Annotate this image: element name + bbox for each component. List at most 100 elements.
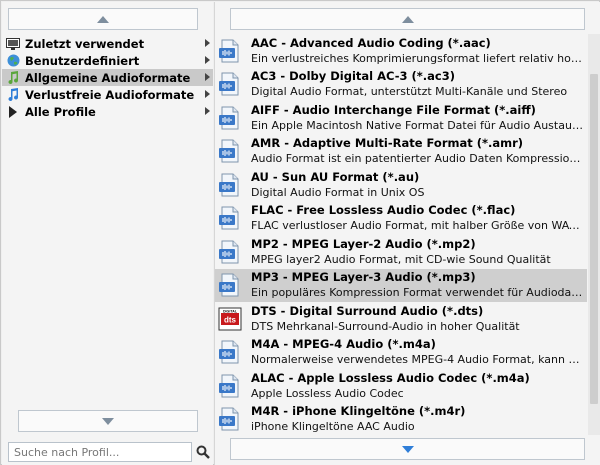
format-item[interactable]: dts DIGITAL DTS - Digital Surround Audio (… xyxy=(215,302,587,336)
format-description: Digital Audio Format in Unix OS xyxy=(251,185,425,199)
audio-file-icon xyxy=(218,173,242,197)
music-note-blue-icon xyxy=(6,87,20,102)
category-label: Verlustfreie Audioformate xyxy=(25,87,195,102)
format-item[interactable]: MP2 - MPEG Layer-2 Audio (*.mp2) MPEG lay… xyxy=(215,235,587,269)
arrow-up-icon xyxy=(97,15,109,23)
format-text: DTS - Digital Surround Audio (*.dts) DTS … xyxy=(251,304,586,334)
arrow-down-icon xyxy=(401,445,414,453)
format-title: M4A - MPEG-4 Audio (*.m4a) xyxy=(251,337,436,352)
format-title: MP3 - MPEG Layer-3 Audio (*.mp3) xyxy=(251,270,476,285)
format-item[interactable]: AIFF - Audio Interchange File Format (*.… xyxy=(215,101,587,135)
category-label: Benutzerdefiniert xyxy=(25,53,140,68)
format-description: Digital Audio Format, unterstützt Multi-… xyxy=(251,85,568,99)
category-label: Allgemeine Audioformate xyxy=(25,70,191,85)
chevron-right-icon xyxy=(205,73,210,81)
profile-selector-window: Zuletzt verwendet Benutzerdefiniert Allg… xyxy=(0,0,600,465)
format-text: AMR - Adaptive Multi-Rate Format (*.amr)… xyxy=(251,136,586,166)
music-note-green-icon xyxy=(6,70,20,85)
format-text: MP2 - MPEG Layer-2 Audio (*.mp2) MPEG lay… xyxy=(251,237,586,267)
category-item-general-audio[interactable]: Allgemeine Audioformate xyxy=(2,69,213,86)
chevron-right-icon xyxy=(205,56,210,64)
chevron-right-icon xyxy=(205,39,210,47)
format-title: DTS - Digital Surround Audio (*.dts) xyxy=(251,303,484,318)
format-text: AU - Sun AU Format (*.au) Digital Audio F… xyxy=(251,170,586,200)
format-description: Apple Lossless Audio Codec xyxy=(251,386,404,400)
category-item-all-profiles[interactable]: Alle Profile xyxy=(2,103,213,120)
format-scrollbar[interactable] xyxy=(588,34,600,435)
format-item[interactable]: AAC - Advanced Audio Coding (*.aac) Ein v… xyxy=(215,34,587,68)
format-item[interactable]: AC3 - Dolby Digital AC-3 (*.ac3) Digital … xyxy=(215,68,587,102)
globe-icon xyxy=(6,54,20,68)
format-item[interactable]: FLAC - Free Lossless Audio Codec (*.flac… xyxy=(215,202,587,236)
audio-file-icon xyxy=(218,407,242,431)
format-title: AC3 - Dolby Digital AC-3 (*.ac3) xyxy=(251,69,455,84)
format-text: FLAC - Free Lossless Audio Codec (*.flac… xyxy=(251,203,586,233)
format-item[interactable]: AMR - Adaptive Multi-Rate Format (*.amr)… xyxy=(215,135,587,169)
format-title: AIFF - Audio Interchange File Format (*.… xyxy=(251,102,536,117)
play-triangle-icon xyxy=(6,105,20,119)
format-description: Audio Format ist ein patentierter Audio … xyxy=(251,152,586,166)
format-text: AAC - Advanced Audio Coding (*.aac) Ein v… xyxy=(251,36,586,66)
audio-file-icon xyxy=(218,139,242,163)
audio-file-icon xyxy=(218,374,242,398)
chevron-right-icon xyxy=(205,107,210,115)
category-scroll-down-button[interactable] xyxy=(18,410,198,432)
search-icon xyxy=(196,445,210,459)
format-description: iPhone Klingeltöne AAC Audio xyxy=(251,420,415,434)
chevron-right-icon xyxy=(205,90,210,98)
format-description: Normalerweise verwendetes MPEG-4 Audio F… xyxy=(251,353,586,367)
arrow-down-icon xyxy=(102,417,114,425)
svg-text:dts: dts xyxy=(224,315,237,324)
format-item[interactable]: MP3 - MPEG Layer-3 Audio (*.mp3) Ein popu… xyxy=(215,268,587,302)
dts-logo-icon: dts DIGITAL xyxy=(218,307,242,331)
svg-text:DIGITAL: DIGITAL xyxy=(223,309,238,313)
format-text: M4A - MPEG-4 Audio (*.m4a) Normalerweise … xyxy=(251,337,586,367)
format-item[interactable]: M4R - iPhone Klingeltöne (*.m4r) iPhone K… xyxy=(215,403,587,436)
format-item[interactable]: ALAC - Apple Lossless Audio Codec (*.m4a… xyxy=(215,369,587,403)
audio-file-icon xyxy=(218,273,242,297)
category-label: Alle Profile xyxy=(25,104,96,119)
audio-file-icon xyxy=(218,206,242,230)
format-text: AC3 - Dolby Digital AC-3 (*.ac3) Digital … xyxy=(251,69,586,99)
audio-file-icon xyxy=(218,39,242,63)
category-list: Zuletzt verwendet Benutzerdefiniert Allg… xyxy=(2,35,213,120)
format-title: AAC - Advanced Audio Coding (*.aac) xyxy=(251,35,491,50)
format-text: AIFF - Audio Interchange File Format (*.… xyxy=(251,103,586,133)
search-button[interactable] xyxy=(195,443,211,461)
audio-file-icon xyxy=(218,106,242,130)
format-item[interactable]: AU - Sun AU Format (*.au) Digital Audio F… xyxy=(215,168,587,202)
category-scroll-up-button[interactable] xyxy=(8,8,198,30)
scrollbar-thumb[interactable] xyxy=(590,74,598,404)
format-description: FLAC verlustloser Audio Format, mit halb… xyxy=(251,219,586,233)
format-description: Ein populäres Kompression Format verwend… xyxy=(251,286,586,300)
format-description: DTS Mehrkanal-Surround-Audio in hoher Qu… xyxy=(251,319,520,333)
format-scroll-down-button[interactable] xyxy=(230,438,585,460)
format-text: M4R - iPhone Klingeltöne (*.m4r) iPhone K… xyxy=(251,404,586,434)
category-item-custom[interactable]: Benutzerdefiniert xyxy=(2,52,213,69)
format-item[interactable]: M4A - MPEG-4 Audio (*.m4a) Normalerweise … xyxy=(215,336,587,370)
profile-search-input[interactable] xyxy=(8,442,192,462)
category-item-lossless-audio[interactable]: Verlustfreie Audioformate xyxy=(2,86,213,103)
category-item-recent[interactable]: Zuletzt verwendet xyxy=(2,35,213,52)
format-scroll-up-button[interactable] xyxy=(230,8,585,30)
arrow-up-icon xyxy=(401,15,414,23)
format-title: AU - Sun AU Format (*.au) xyxy=(251,169,420,184)
format-title: MP2 - MPEG Layer-2 Audio (*.mp2) xyxy=(251,236,476,251)
format-text: MP3 - MPEG Layer-3 Audio (*.mp3) Ein popu… xyxy=(251,270,586,300)
format-list: AAC - Advanced Audio Coding (*.aac) Ein v… xyxy=(215,34,587,435)
format-title: M4R - iPhone Klingeltöne (*.m4r) xyxy=(251,404,466,419)
audio-file-icon xyxy=(218,72,242,96)
audio-file-icon xyxy=(218,340,242,364)
format-text: ALAC - Apple Lossless Audio Codec (*.m4a… xyxy=(251,371,586,401)
format-description: Ein Apple Macintosh Native Format Datei … xyxy=(251,118,586,132)
format-title: ALAC - Apple Lossless Audio Codec (*.m4a… xyxy=(251,370,530,385)
format-title: AMR - Adaptive Multi-Rate Format (*.amr) xyxy=(251,136,524,151)
audio-file-icon xyxy=(218,240,242,264)
format-description: Ein verlustreiches Komprimierungsformat … xyxy=(251,51,586,65)
category-pane: Zuletzt verwendet Benutzerdefiniert Allg… xyxy=(2,2,213,465)
recent-monitor-icon xyxy=(6,37,20,51)
format-pane: AAC - Advanced Audio Coding (*.aac) Ein v… xyxy=(214,2,600,465)
format-description: MPEG layer2 Audio Format, mit CD-wie Sou… xyxy=(251,252,551,266)
category-label: Zuletzt verwendet xyxy=(25,36,145,51)
format-title: FLAC - Free Lossless Audio Codec (*.flac… xyxy=(251,203,516,218)
